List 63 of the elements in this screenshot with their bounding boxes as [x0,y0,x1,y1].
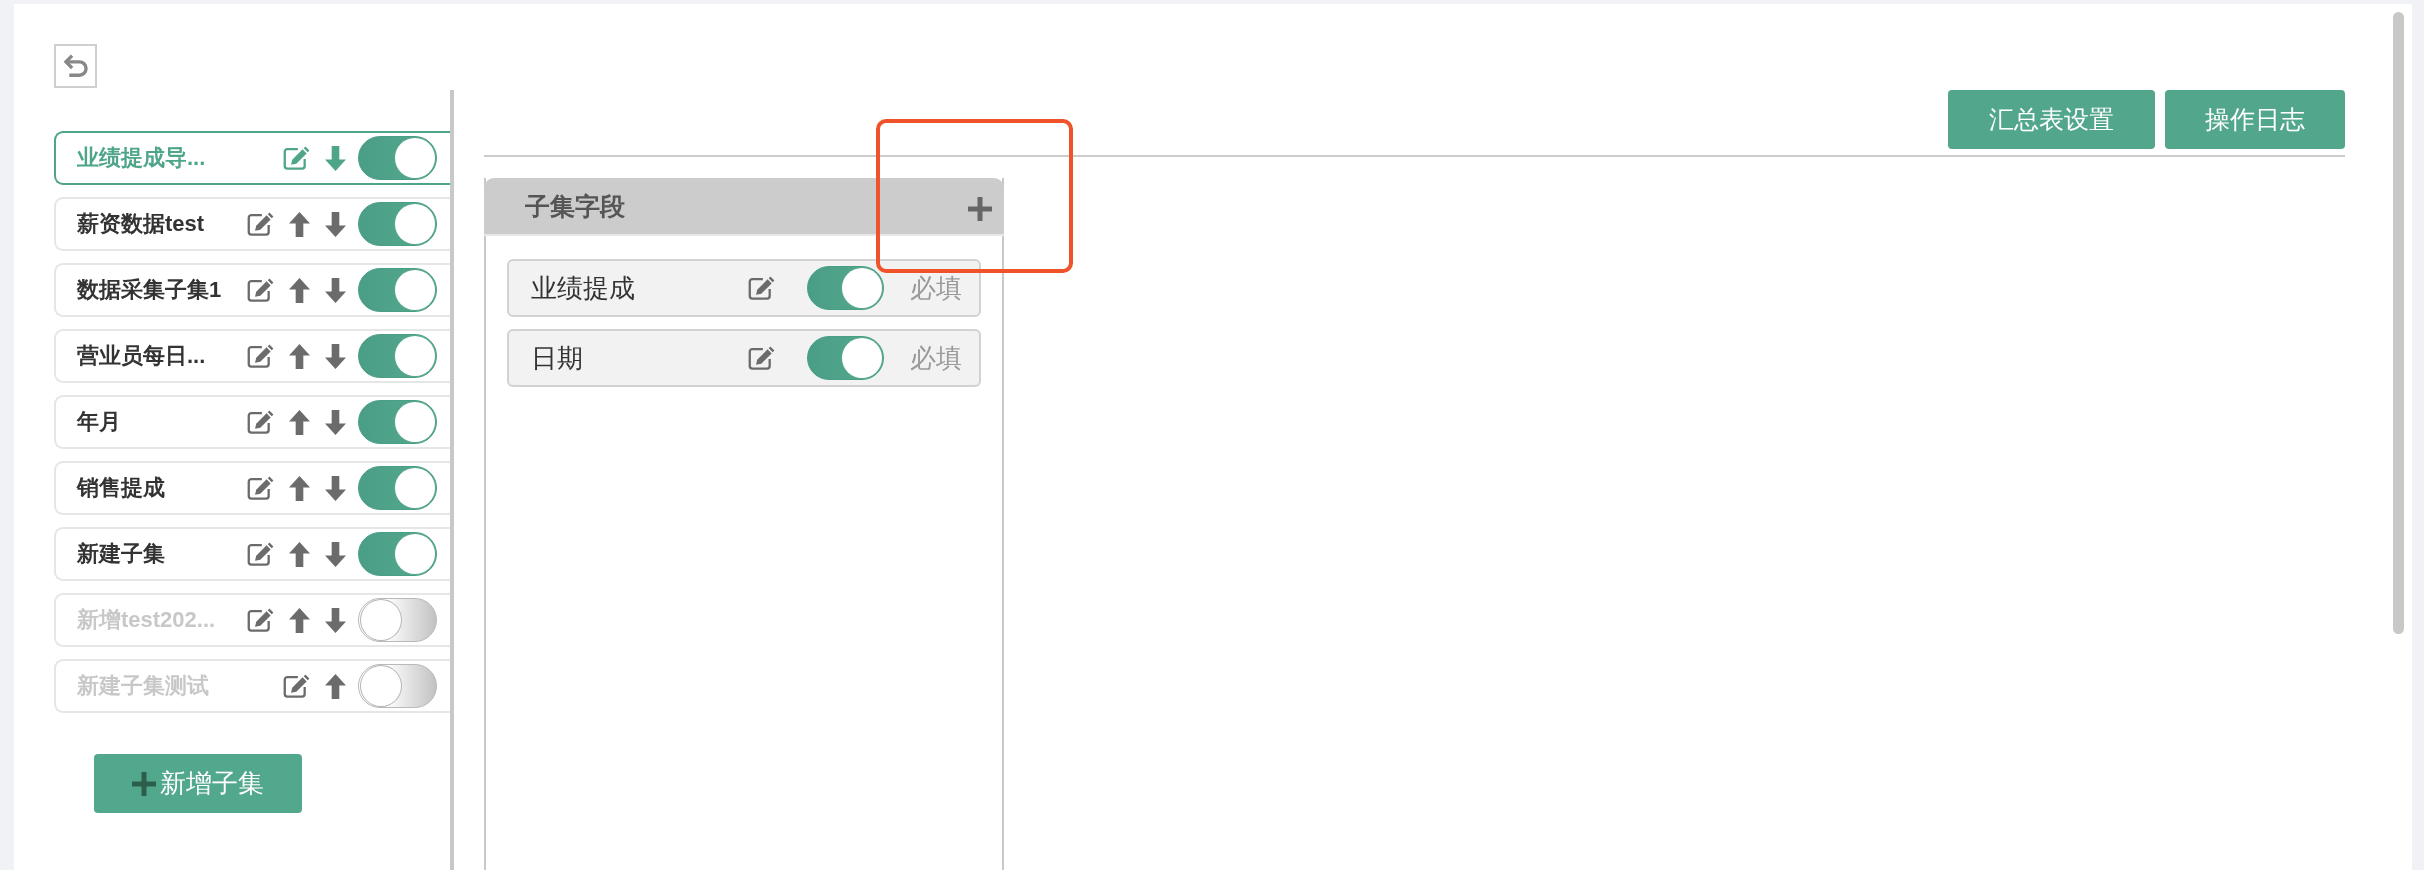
arrow-down-icon[interactable] [325,211,346,237]
arrow-down-icon[interactable] [325,541,346,567]
toggle-switch[interactable] [358,202,437,246]
subset-item[interactable]: 新建子集 [54,527,450,581]
edit-icon[interactable] [247,344,274,368]
toggle-switch[interactable] [807,266,884,310]
subset-item[interactable]: 营业员每日... [54,329,450,383]
arrow-up-icon[interactable] [325,673,346,699]
subset-name: 营业员每日... [77,342,206,370]
plus-icon [132,771,156,796]
toggle-switch[interactable] [358,136,437,180]
arrow-up-icon[interactable] [289,607,310,633]
edit-icon[interactable] [247,278,274,302]
subset-name: 销售提成 [77,474,165,502]
required-label: 必填 [910,271,962,305]
edit-icon[interactable] [247,476,274,500]
edit-icon[interactable] [247,410,274,434]
undo-icon [61,54,90,78]
subset-name: 数据采集子集1 [77,276,222,304]
arrow-up-icon[interactable] [289,211,310,237]
arrow-down-icon[interactable] [325,607,346,633]
arrow-down-icon[interactable] [325,277,346,303]
panel-title: 子集字段 [525,190,625,222]
subset-name: 薪资数据test [77,210,205,238]
toggle-switch[interactable] [807,336,884,380]
arrow-up-icon[interactable] [289,475,310,501]
edit-icon[interactable] [247,608,274,632]
arrow-down-icon[interactable] [325,475,346,501]
subset-name: 新建子集 [77,540,165,568]
arrow-up-icon[interactable] [289,541,310,567]
arrow-up-icon[interactable] [289,343,310,369]
subset-name: 业绩提成导... [77,144,206,172]
scrollbar-thumb[interactable] [2393,12,2404,634]
arrow-down-icon[interactable] [325,145,346,171]
field-name: 业绩提成 [531,271,636,305]
field-item[interactable]: 日期 必填 [507,329,981,387]
subset-name: 年月 [77,408,121,436]
arrow-up-icon[interactable] [289,277,310,303]
subset-item[interactable]: 销售提成 [54,461,450,515]
toggle-switch[interactable] [358,268,437,312]
back-button[interactable] [54,44,97,88]
field-name: 日期 [531,341,584,375]
toggle-switch[interactable] [358,532,437,576]
toggle-switch[interactable] [358,334,437,378]
subset-item[interactable]: 年月 [54,395,450,449]
edit-icon[interactable] [283,674,310,698]
plus-icon[interactable] [968,197,992,221]
edit-icon[interactable] [748,346,775,370]
arrow-up-icon[interactable] [289,409,310,435]
toggle-switch[interactable] [358,466,437,510]
arrow-down-icon[interactable] [325,409,346,435]
edit-icon[interactable] [247,542,274,566]
field-item[interactable]: 业绩提成 必填 [507,259,981,317]
toggle-switch[interactable] [358,598,437,642]
required-label: 必填 [910,341,962,375]
subset-item[interactable]: 数据采集子集1 [54,263,450,317]
toggle-switch[interactable] [358,664,437,708]
edit-icon[interactable] [283,146,310,170]
subset-item[interactable]: 薪资数据test [54,197,450,251]
edit-icon[interactable] [247,212,274,236]
toggle-switch[interactable] [358,400,437,444]
arrow-down-icon[interactable] [325,343,346,369]
edit-icon[interactable] [748,276,775,300]
